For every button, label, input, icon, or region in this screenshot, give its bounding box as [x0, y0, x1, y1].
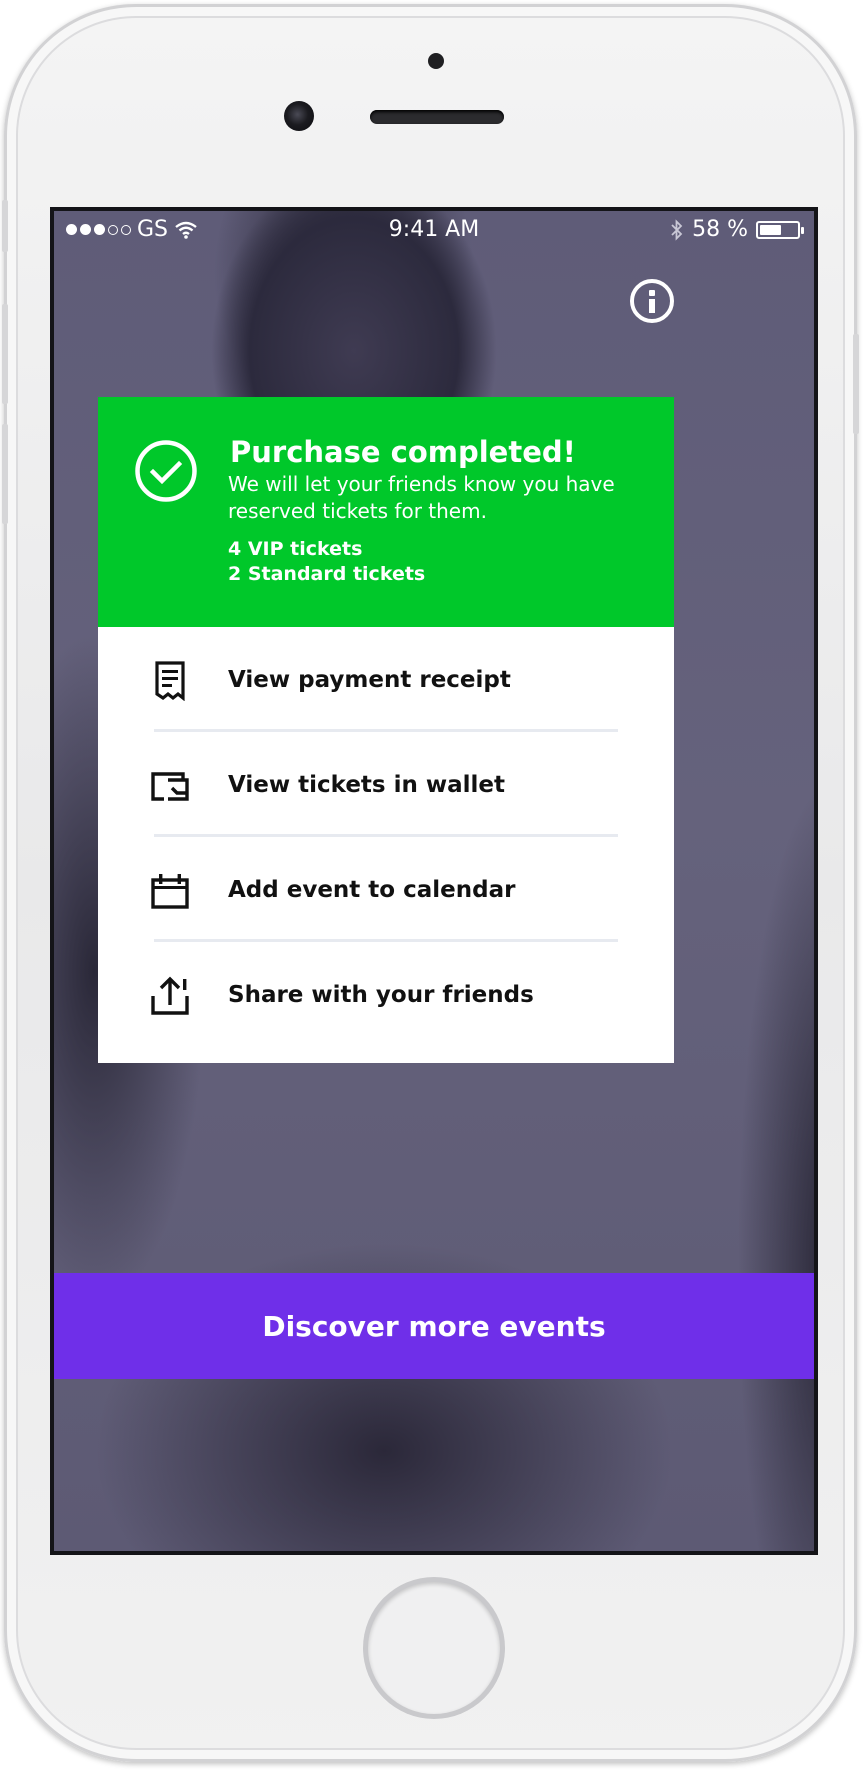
banner-title: Purchase completed!	[230, 435, 576, 469]
action-label: View tickets in wallet	[228, 772, 506, 798]
wallet-icon	[151, 772, 189, 801]
info-icon	[649, 290, 655, 296]
action-label: Add event to calendar	[228, 877, 516, 903]
earpiece-speaker	[370, 110, 504, 124]
ticket-summary: 4 VIP tickets 2 Standard tickets	[228, 537, 425, 587]
proximity-sensor	[428, 53, 444, 69]
volume-up-button	[2, 304, 8, 404]
front-camera	[284, 101, 314, 131]
ticket-line: 2 Standard tickets	[228, 563, 426, 585]
confirmation-card: Purchase completed! We will let your fri…	[98, 397, 674, 1063]
status-right: 58 %	[670, 217, 804, 242]
discover-events-button[interactable]: Discover more events	[54, 1273, 814, 1379]
power-button	[853, 334, 859, 434]
add-calendar-button[interactable]: Add event to calendar	[98, 837, 674, 942]
info-button[interactable]	[630, 279, 674, 323]
share-friends-button[interactable]: Share with your friends	[98, 942, 674, 1047]
mute-switch	[2, 200, 8, 252]
ticket-line: 4 VIP tickets	[228, 538, 363, 560]
view-receipt-button[interactable]: View payment receipt	[98, 627, 674, 732]
receipt-icon	[155, 661, 185, 701]
screen: GS 9:41 AM 58 % Purchase completed! We w…	[50, 207, 818, 1555]
action-label: View payment receipt	[228, 667, 511, 693]
battery-icon	[756, 220, 804, 239]
battery-percent: 58 %	[692, 217, 748, 242]
bluetooth-icon	[671, 218, 683, 241]
banner-message: We will let your friends know you have r…	[228, 472, 615, 523]
share-icon	[151, 976, 189, 1015]
calendar-icon	[151, 874, 189, 909]
cta-label: Discover more events	[262, 1309, 606, 1343]
checkmark-circle-icon	[135, 440, 197, 502]
battery-fill	[760, 224, 781, 235]
volume-down-button	[2, 424, 8, 524]
status-bar: GS 9:41 AM 58 %	[54, 211, 814, 251]
view-wallet-button[interactable]: View tickets in wallet	[98, 732, 674, 837]
home-button[interactable]	[368, 1582, 500, 1714]
action-label: Share with your friends	[228, 982, 534, 1008]
action-list: View payment receipt View tickets in wal…	[98, 627, 674, 1047]
success-banner: Purchase completed! We will let your fri…	[98, 397, 674, 627]
